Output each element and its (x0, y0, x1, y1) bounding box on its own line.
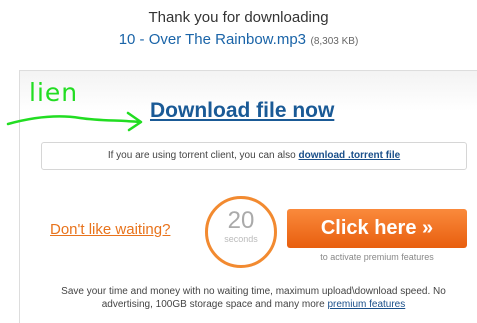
torrent-info-box: If you are using torrent client, you can… (41, 142, 467, 170)
download-file-now-link[interactable]: Download file now (150, 99, 334, 123)
countdown-value: 20 (227, 207, 255, 234)
premium-promo-text: Save your time and money with no waiting… (30, 285, 477, 311)
file-name: 10 - Over The Rainbow.mp3 (118, 31, 307, 48)
dont-like-waiting-link[interactable]: Don't like waiting? (50, 221, 170, 238)
promo-line-1: Save your time and money with no waiting… (61, 286, 446, 297)
file-size: (8,303 KB) (310, 36, 359, 47)
thanks-heading: Thank you for downloading (148, 9, 329, 26)
countdown-unit: seconds (224, 234, 258, 244)
premium-caption: to activate premium features (320, 252, 434, 262)
activate-premium-button[interactable]: Click here » (287, 209, 467, 248)
hand-drawn-arrow-icon (6, 111, 143, 132)
countdown-timer: 20 seconds (205, 196, 277, 268)
premium-features-link[interactable]: premium features (327, 299, 405, 310)
download-torrent-link[interactable]: download .torrent file (299, 150, 401, 161)
torrent-info-text: If you are using torrent client, you can… (107, 150, 299, 161)
file-info: 10 - Over The Rainbow.mp3 (8,303 KB) (0, 31, 477, 49)
promo-line-2: advertising, 100GB storage space and man… (101, 299, 328, 310)
handwritten-annotation: lien (29, 78, 79, 107)
